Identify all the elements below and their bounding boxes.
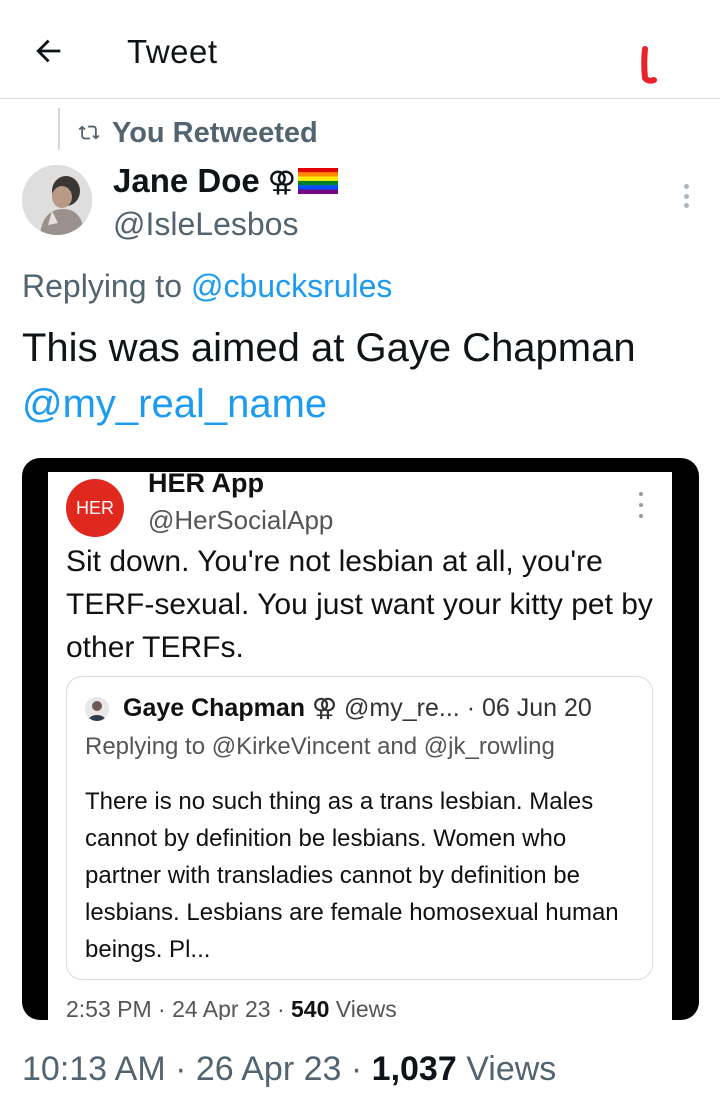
more-options-button[interactable] xyxy=(672,180,700,212)
replying-to-line: Replying to @cbucksrules xyxy=(22,268,392,305)
author-handle[interactable]: @IsleLesbos xyxy=(113,206,298,243)
replying-to-label: Replying to xyxy=(22,268,183,304)
views-label: Views xyxy=(456,1050,557,1088)
avatar-photo xyxy=(22,165,92,235)
embedded-quote-card: Gaye Chapman ⚢ @my_re... · 06 Jun 20 Rep… xyxy=(66,676,653,980)
embedded-footer: 2:53 PM · 24 Apr 23 · 540 Views xyxy=(66,996,397,1020)
tweet-body: This was aimed at Gaye Chapman xyxy=(22,326,636,370)
arrow-left-icon xyxy=(36,39,61,63)
more-dot-icon xyxy=(683,193,689,199)
quote-reply-line: Replying to @KirkeVincent and @jk_rowlin… xyxy=(85,733,555,760)
embedded-tweet-text: Sit down. You're not lesbian at all, you… xyxy=(66,545,653,664)
tweet-timestamp: 10:13 AM · 26 Apr 23 · 1,037 Views xyxy=(22,1050,556,1089)
author-name[interactable]: Jane Doe ⚢ xyxy=(113,162,338,200)
quote-text: There is no such thing as a trans lesbia… xyxy=(85,788,619,963)
timestamp-text: 10:13 AM · 26 Apr 23 · xyxy=(22,1050,372,1088)
author-name-text: Jane Doe xyxy=(113,162,260,199)
embedded-screenshot: HER HER App @HerSocialApp Sit down. You'… xyxy=(48,472,672,1020)
quote-author-handle: @my_re... xyxy=(344,694,460,722)
tweet-image[interactable]: HER HER App @HerSocialApp Sit down. You'… xyxy=(22,458,699,1020)
avatar[interactable] xyxy=(22,165,92,235)
views-count: 1,037 xyxy=(371,1050,457,1088)
embedded-time: 2:53 PM · 24 Apr 23 · xyxy=(66,996,292,1020)
quote-header: Gaye Chapman ⚢ @my_re... · 06 Jun 20 xyxy=(123,693,592,723)
quote-author-name: Gaye Chapman xyxy=(123,694,306,722)
embedded-author-name: HER App xyxy=(148,472,264,498)
back-button[interactable] xyxy=(28,30,76,74)
quote-avatar xyxy=(85,697,109,721)
mention-link[interactable]: @my_real_name xyxy=(22,382,327,426)
more-dot-icon xyxy=(683,203,689,208)
top-app-bar: Tweet xyxy=(0,0,720,99)
replying-to-handle-link[interactable]: @cbucksrules xyxy=(191,268,392,304)
more-dot-icon xyxy=(683,184,689,189)
thread-connector-line xyxy=(58,108,60,150)
retweet-label: You Retweeted xyxy=(112,116,318,149)
embedded-views-count: 540 xyxy=(291,996,330,1020)
embedded-views-label: Views xyxy=(329,996,397,1020)
her-app-avatar: HER xyxy=(66,479,124,537)
page-title: Tweet xyxy=(127,33,218,70)
retweet-indicator: You Retweeted xyxy=(78,115,318,151)
quote-date: · 06 Jun 20 xyxy=(466,694,592,722)
retweet-icon xyxy=(78,125,100,140)
tweet-text: This was aimed at Gaye Chapman @my_real_… xyxy=(22,320,712,432)
lesbian-symbol: ⚢ xyxy=(267,165,296,197)
embedded-more-icon xyxy=(636,492,646,518)
red-annotation-mark xyxy=(641,46,657,84)
quote-author-symbol: ⚢ xyxy=(311,694,338,722)
embedded-author-handle: @HerSocialApp xyxy=(148,505,334,535)
rainbow-flag-icon xyxy=(297,168,338,194)
